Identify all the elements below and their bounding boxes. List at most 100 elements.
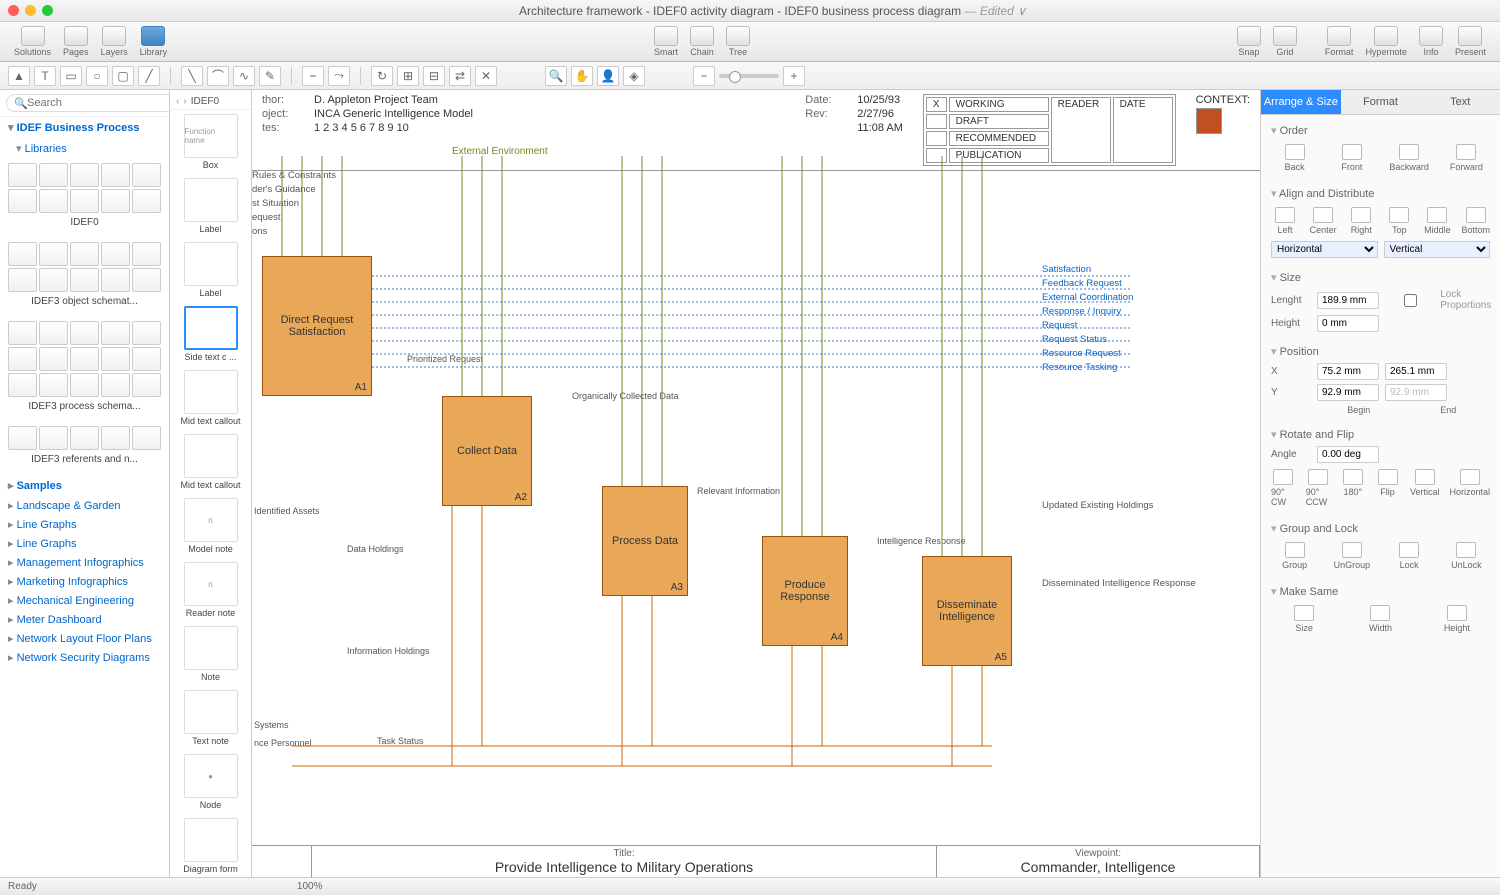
hand-icon[interactable]: ✋ [571, 66, 593, 86]
align-horizontal-select[interactable]: Horizontal [1271, 241, 1378, 258]
insp-left[interactable]: Left [1271, 207, 1299, 235]
lib-shape[interactable] [101, 373, 130, 397]
lib-shape[interactable] [8, 163, 37, 187]
shape-node[interactable]: ●Node [170, 750, 251, 814]
lib-shape[interactable] [132, 426, 161, 450]
toolbar-pages[interactable]: Pages [59, 26, 93, 57]
section-order[interactable]: Order [1271, 121, 1490, 140]
toolbar-solutions[interactable]: Solutions [10, 26, 55, 57]
lib-shape[interactable] [70, 163, 99, 187]
toolbar-present[interactable]: Present [1451, 26, 1490, 57]
rect-tool-icon[interactable]: ▭ [60, 66, 82, 86]
category-item[interactable]: Marketing Infographics [0, 572, 169, 591]
person-icon[interactable]: 👤 [597, 66, 619, 86]
insp-bottom[interactable]: Bottom [1461, 207, 1490, 235]
canvas[interactable]: thor:D. Appleton Project Team oject:INCA… [252, 90, 1260, 877]
line-tool-icon[interactable]: ╱ [138, 66, 160, 86]
shape-model-note[interactable]: nModel note [170, 494, 251, 558]
tree-samples[interactable]: Samples [0, 475, 169, 496]
text-tool-icon[interactable]: T [34, 66, 56, 86]
toolbar-smart[interactable]: Smart [650, 26, 682, 57]
crop-icon[interactable]: ◈ [623, 66, 645, 86]
insp-90-ccw[interactable]: 90° CCW [1306, 469, 1331, 507]
insp-group[interactable]: Group [1271, 542, 1318, 570]
lib-shape[interactable] [70, 268, 99, 292]
lib-shape[interactable] [101, 268, 130, 292]
section-makesame[interactable]: Make Same [1271, 582, 1490, 601]
section-align[interactable]: Align and Distribute [1271, 184, 1490, 203]
lib-shape[interactable] [70, 347, 99, 371]
category-item[interactable]: Landscape & Garden [0, 496, 169, 515]
toolbar-info[interactable]: Info [1415, 26, 1447, 57]
category-item[interactable]: Line Graphs [0, 515, 169, 534]
toolbar-library[interactable]: Library [136, 26, 172, 57]
pointer-tool-icon[interactable]: ▲ [8, 66, 30, 86]
category-item[interactable]: Line Graphs [0, 534, 169, 553]
forward-icon[interactable]: › [183, 96, 186, 107]
category-item[interactable]: Network Security Diagrams [0, 648, 169, 667]
insp-backward[interactable]: Backward [1386, 144, 1433, 172]
lib-shape[interactable] [101, 426, 130, 450]
smart-connector-icon[interactable]: ⤳ [328, 66, 350, 86]
lib-shape[interactable] [39, 321, 68, 345]
y-begin-input[interactable] [1317, 384, 1379, 401]
insp-forward[interactable]: Forward [1443, 144, 1490, 172]
insp-middle[interactable]: Middle [1423, 207, 1451, 235]
zoom-out-icon[interactable]: − [693, 66, 715, 86]
lib-shape[interactable] [70, 242, 99, 266]
distribute-icon[interactable]: ⊟ [423, 66, 445, 86]
lib-shape[interactable] [70, 321, 99, 345]
shape-note[interactable]: Note [170, 622, 251, 686]
lib-shape[interactable] [8, 373, 37, 397]
ellipse-tool-icon[interactable]: ○ [86, 66, 108, 86]
tree-libraries[interactable]: Libraries [0, 138, 169, 159]
tab-arrange[interactable]: Arrange & Size [1261, 90, 1341, 114]
x-end-input[interactable] [1385, 363, 1447, 380]
toolbar-format[interactable]: Format [1321, 26, 1358, 57]
toolbar-snap[interactable]: Snap [1233, 26, 1265, 57]
shape-reader-note[interactable]: nReader note [170, 558, 251, 622]
toolbar-hypernote[interactable]: Hypernote [1361, 26, 1411, 57]
category-item[interactable]: Management Infographics [0, 553, 169, 572]
lib-shape[interactable] [8, 321, 37, 345]
category-item[interactable]: Mechanical Engineering [0, 591, 169, 610]
x-begin-input[interactable] [1317, 363, 1379, 380]
y-end-input[interactable] [1385, 384, 1447, 401]
rounded-tool-icon[interactable]: ▢ [112, 66, 134, 86]
zoom-in-icon[interactable]: + [783, 66, 805, 86]
lib-shape[interactable] [132, 321, 161, 345]
search-input[interactable] [6, 94, 170, 112]
lib-shape[interactable] [39, 268, 68, 292]
align-vertical-select[interactable]: Vertical [1384, 241, 1491, 258]
flip-icon[interactable]: ⇄ [449, 66, 471, 86]
insp-unlock[interactable]: UnLock [1443, 542, 1490, 570]
insp-width[interactable]: Width [1347, 605, 1413, 633]
toolbar-chain[interactable]: Chain [686, 26, 718, 57]
status-zoom[interactable]: 100% [297, 881, 323, 892]
toolbar-layers[interactable]: Layers [97, 26, 132, 57]
lib-shape[interactable] [39, 163, 68, 187]
lib-shape[interactable] [132, 268, 161, 292]
lib-shape[interactable] [101, 242, 130, 266]
insp-90-cw[interactable]: 90° CW [1271, 469, 1296, 507]
connector-icon[interactable]: ⎯ [302, 66, 324, 86]
length-input[interactable] [1317, 292, 1379, 309]
insp-flip[interactable]: Flip [1375, 469, 1400, 507]
lib-shape[interactable] [101, 347, 130, 371]
tab-text[interactable]: Text [1420, 90, 1500, 114]
lib-shape[interactable] [101, 321, 130, 345]
lib-shape[interactable] [8, 347, 37, 371]
shape-label[interactable]: Label [170, 174, 251, 238]
spline-icon[interactable]: ∿ [233, 66, 255, 86]
lib-shape[interactable] [8, 189, 37, 213]
shape-mid-text-callout[interactable]: Mid text callout [170, 430, 251, 494]
close-icon[interactable] [8, 5, 19, 16]
lib-shape[interactable] [70, 426, 99, 450]
lib-shape[interactable] [70, 189, 99, 213]
toolbar-tree[interactable]: Tree [722, 26, 754, 57]
lib-shape[interactable] [8, 268, 37, 292]
align-icon[interactable]: ⊞ [397, 66, 419, 86]
insp-horizontal[interactable]: Horizontal [1449, 469, 1490, 507]
lib-shape[interactable] [39, 426, 68, 450]
pen-icon[interactable]: ✎ [259, 66, 281, 86]
